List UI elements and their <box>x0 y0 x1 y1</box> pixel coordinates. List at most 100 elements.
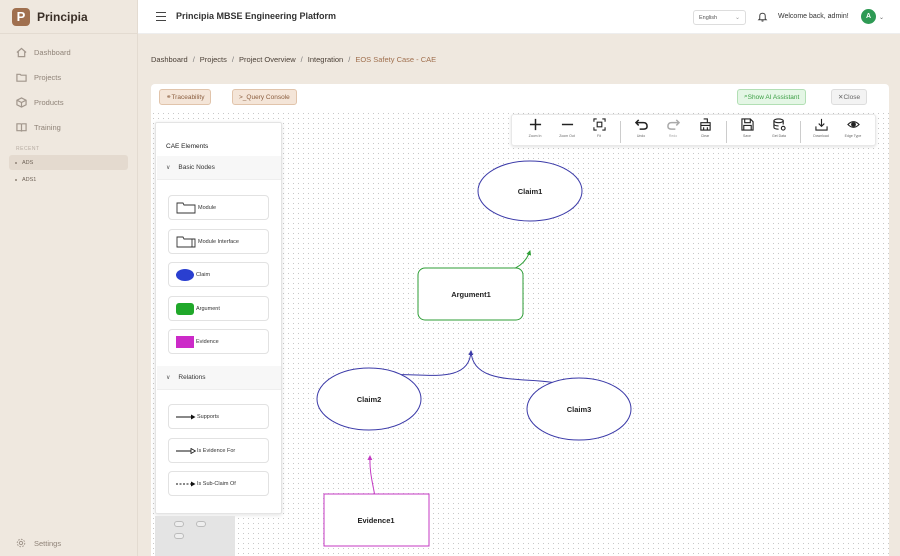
recent-item-label: ADS <box>22 159 34 166</box>
node-claim1[interactable]: Claim1 <box>477 160 583 222</box>
settings-link[interactable]: Settings <box>16 538 61 548</box>
zoom-in-button[interactable]: Zoom In <box>520 118 550 138</box>
download-button[interactable]: Download <box>806 118 836 138</box>
top-header: Principia MBSE Engineering Platform Engl… <box>138 0 900 34</box>
recent-item-label: ADS1 <box>22 176 37 183</box>
sidebar-item-label: Projects <box>34 73 62 82</box>
chevron-down-icon: ∨ <box>166 375 171 381</box>
breadcrumb-dashboard[interactable]: Dashboard <box>151 55 188 64</box>
query-console-button[interactable]: >_Query Console <box>232 89 297 105</box>
palette-title: CAE Elements <box>166 143 209 150</box>
redo-icon <box>666 119 680 130</box>
module-shape-icon <box>176 202 196 214</box>
traceability-button[interactable]: ⚭ Traceability <box>159 89 212 105</box>
settings-label: Settings <box>34 538 62 548</box>
palette-item-is-evidence-for[interactable]: Is Evidence For <box>168 438 269 463</box>
save-icon <box>740 118 754 131</box>
node-label: Evidence1 <box>357 516 394 525</box>
cube-icon <box>16 97 27 108</box>
bell-icon[interactable] <box>757 11 768 22</box>
eye-icon <box>846 121 860 128</box>
node-claim2[interactable]: Claim2 <box>316 367 422 431</box>
sidebar-item-projects[interactable]: Projects <box>0 65 138 90</box>
gear-icon <box>16 538 26 548</box>
recent-list: ADS ADS1 <box>9 155 128 189</box>
zoom-out-button[interactable]: Zoom Out <box>552 118 582 138</box>
recent-label: RECENT <box>16 146 40 152</box>
sidebar-item-products[interactable]: Products <box>0 90 138 115</box>
breadcrumb-projects[interactable]: Projects <box>200 55 227 64</box>
node-label: Argument1 <box>451 290 491 299</box>
breadcrumb-integration[interactable]: Integration <box>308 55 343 64</box>
bullet-icon <box>15 178 17 181</box>
palette-item-claim[interactable]: Claim <box>168 262 269 287</box>
sidebar-item-label: Training <box>34 123 61 132</box>
avatar[interactable]: A <box>861 9 876 24</box>
language-value: English <box>699 15 718 21</box>
sidebar-item-training[interactable]: Training <box>0 115 138 140</box>
argument-shape-icon <box>176 302 194 315</box>
folder-icon <box>16 73 27 82</box>
close-button[interactable]: ✕ Close <box>831 89 868 105</box>
broom-icon <box>699 118 711 131</box>
recent-item-ads[interactable]: ADS <box>9 155 128 170</box>
node-evidence1[interactable]: Evidence1 <box>323 493 430 547</box>
minus-icon <box>561 123 573 126</box>
palette-item-evidence[interactable]: Evidence <box>168 329 269 354</box>
minimap-controls <box>155 516 235 556</box>
breadcrumb: Dashboard / Projects / Project Overview / I… <box>151 55 437 64</box>
diagram-canvas[interactable]: Claim1 Argument1 Claim2 Claim3 Evidence1 <box>151 111 889 556</box>
download-icon <box>814 118 828 131</box>
diagram-toolbar: Zoom In Zoom Out Fit Undo Redo Clear Sav… <box>511 114 876 146</box>
minimap-button[interactable] <box>196 521 206 527</box>
minimap-button[interactable] <box>174 533 184 539</box>
cae-elements-palette: CAE Elements ∨ Basic Nodes Module Module… <box>155 122 282 514</box>
welcome-text: Welcome back, admin! <box>778 13 849 20</box>
fit-icon <box>592 118 606 131</box>
brand[interactable]: P Principia <box>0 0 138 34</box>
palette-item-argument[interactable]: Argument <box>168 296 269 321</box>
brand-name: Principia <box>37 9 88 24</box>
arrow-solid-icon <box>176 414 196 419</box>
save-button[interactable]: Save <box>732 118 762 138</box>
palette-item-module-interface[interactable]: Module Interface <box>168 229 269 254</box>
fit-button[interactable]: Fit <box>584 118 614 138</box>
get-data-button[interactable]: Get Data <box>764 118 794 138</box>
node-label: Claim1 <box>518 187 543 196</box>
menu-icon[interactable] <box>156 12 166 21</box>
palette-item-is-sub-claim-of[interactable]: Is Sub-Claim Of <box>168 471 269 496</box>
undo-button[interactable]: Undo <box>626 118 656 138</box>
sidebar: P Principia Dashboard Projects Products … <box>0 0 138 556</box>
redo-button[interactable]: Redo <box>658 118 688 138</box>
palette-item-supports[interactable]: Supports <box>168 404 269 429</box>
bullet-icon <box>15 161 17 164</box>
relations-section[interactable]: ∨ Relations <box>157 366 281 390</box>
palette-item-module[interactable]: Module <box>168 195 269 220</box>
node-claim3[interactable]: Claim3 <box>526 377 632 441</box>
sidebar-nav: Dashboard Projects Products Training <box>0 40 138 140</box>
brand-logo: P <box>12 7 30 26</box>
arrow-dashed-icon <box>176 481 196 486</box>
edge-type-button[interactable]: Edge Type <box>838 118 868 138</box>
chevron-down-icon: ⌄ <box>734 15 740 21</box>
undo-icon <box>634 119 648 130</box>
node-argument1[interactable]: Argument1 <box>417 267 524 321</box>
basic-nodes-section[interactable]: ∨ Basic Nodes <box>157 156 281 180</box>
book-icon <box>16 123 27 132</box>
breadcrumb-project-overview[interactable]: Project Overview <box>239 55 296 64</box>
language-select[interactable]: English ⌄ <box>693 10 746 25</box>
recent-item-ads1[interactable]: ADS1 <box>9 172 128 187</box>
chevron-down-icon[interactable]: ⌄ <box>879 14 884 21</box>
clear-button[interactable]: Clear <box>690 118 720 138</box>
node-label: Claim3 <box>567 405 592 414</box>
chevron-down-icon: ∨ <box>166 165 171 171</box>
sidebar-item-dashboard[interactable]: Dashboard <box>0 40 138 65</box>
node-label: Claim2 <box>357 395 382 404</box>
sidebar-item-label: Dashboard <box>34 48 71 57</box>
arrow-open-icon <box>176 447 196 454</box>
app-title: Principia MBSE Engineering Platform <box>176 11 337 21</box>
minimap-button[interactable] <box>174 521 184 527</box>
show-ai-assistant-button[interactable]: ⌕ Show AI Assistant <box>737 89 807 105</box>
sidebar-item-label: Products <box>34 98 64 107</box>
breadcrumb-current: EOS Safety Case - CAE <box>355 55 437 64</box>
